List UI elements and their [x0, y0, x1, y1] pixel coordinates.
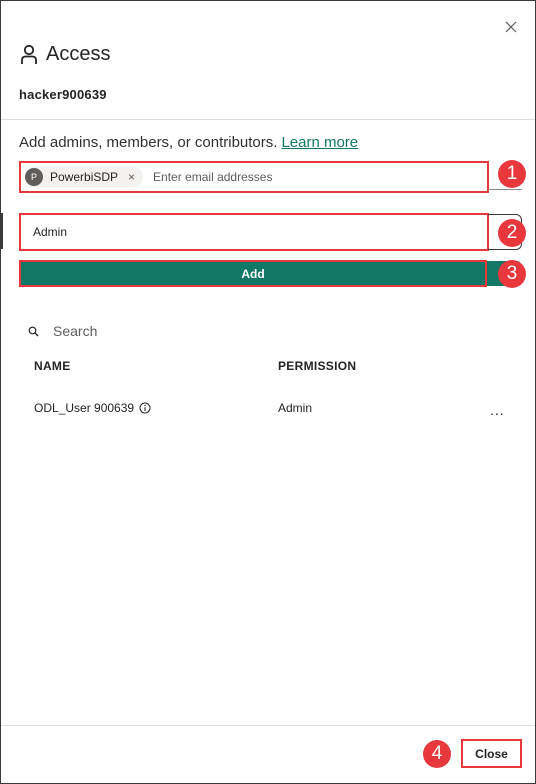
add-button[interactable]: Add: [19, 260, 487, 287]
role-dropdown-value: Admin: [33, 225, 68, 239]
close-button[interactable]: Close: [461, 739, 522, 768]
callout-badge-3: 3: [498, 260, 526, 288]
close-icon[interactable]: [500, 16, 522, 38]
callout-badge-4: 4: [423, 740, 451, 768]
footer-divider: [1, 725, 535, 726]
email-input[interactable]: [153, 170, 434, 184]
dialog-title: Access: [46, 43, 111, 65]
callout-badge-2: 2: [498, 219, 526, 247]
user-row-name: ODL_User 900639: [34, 401, 151, 415]
person-icon: [21, 44, 37, 64]
email-picker[interactable]: P PowerbiSDP ×: [19, 161, 489, 193]
access-dialog: Access hacker900639 Add admins, members,…: [0, 0, 536, 784]
edge-marker: [1, 213, 3, 249]
remove-chip-icon[interactable]: ×: [128, 170, 135, 184]
search-icon: [28, 326, 39, 336]
learn-more-link[interactable]: Learn more: [281, 134, 358, 151]
selected-user-chip: P PowerbiSDP ×: [25, 167, 144, 187]
callout-badge-1: 1: [498, 160, 526, 188]
user-permission: Admin: [278, 401, 313, 415]
workspace-name: hacker900639: [19, 87, 107, 102]
header-divider: [1, 119, 535, 120]
dialog-header: Access: [20, 43, 110, 66]
column-header-permission[interactable]: PERMISSION: [278, 359, 356, 373]
user-name: ODL_User 900639: [34, 401, 135, 415]
add-description: Add admins, members, or contributors. Lea…: [19, 134, 358, 151]
avatar: P: [25, 168, 43, 186]
search-input[interactable]: [53, 323, 253, 339]
more-options-icon[interactable]: ...: [490, 402, 505, 418]
info-icon[interactable]: [139, 402, 151, 414]
search-box[interactable]: [28, 323, 253, 339]
description-text: Add admins, members, or contributors.: [19, 134, 278, 151]
role-dropdown[interactable]: Admin: [19, 213, 489, 251]
chip-label: PowerbiSDP: [50, 170, 119, 184]
column-header-name[interactable]: NAME: [34, 359, 71, 373]
